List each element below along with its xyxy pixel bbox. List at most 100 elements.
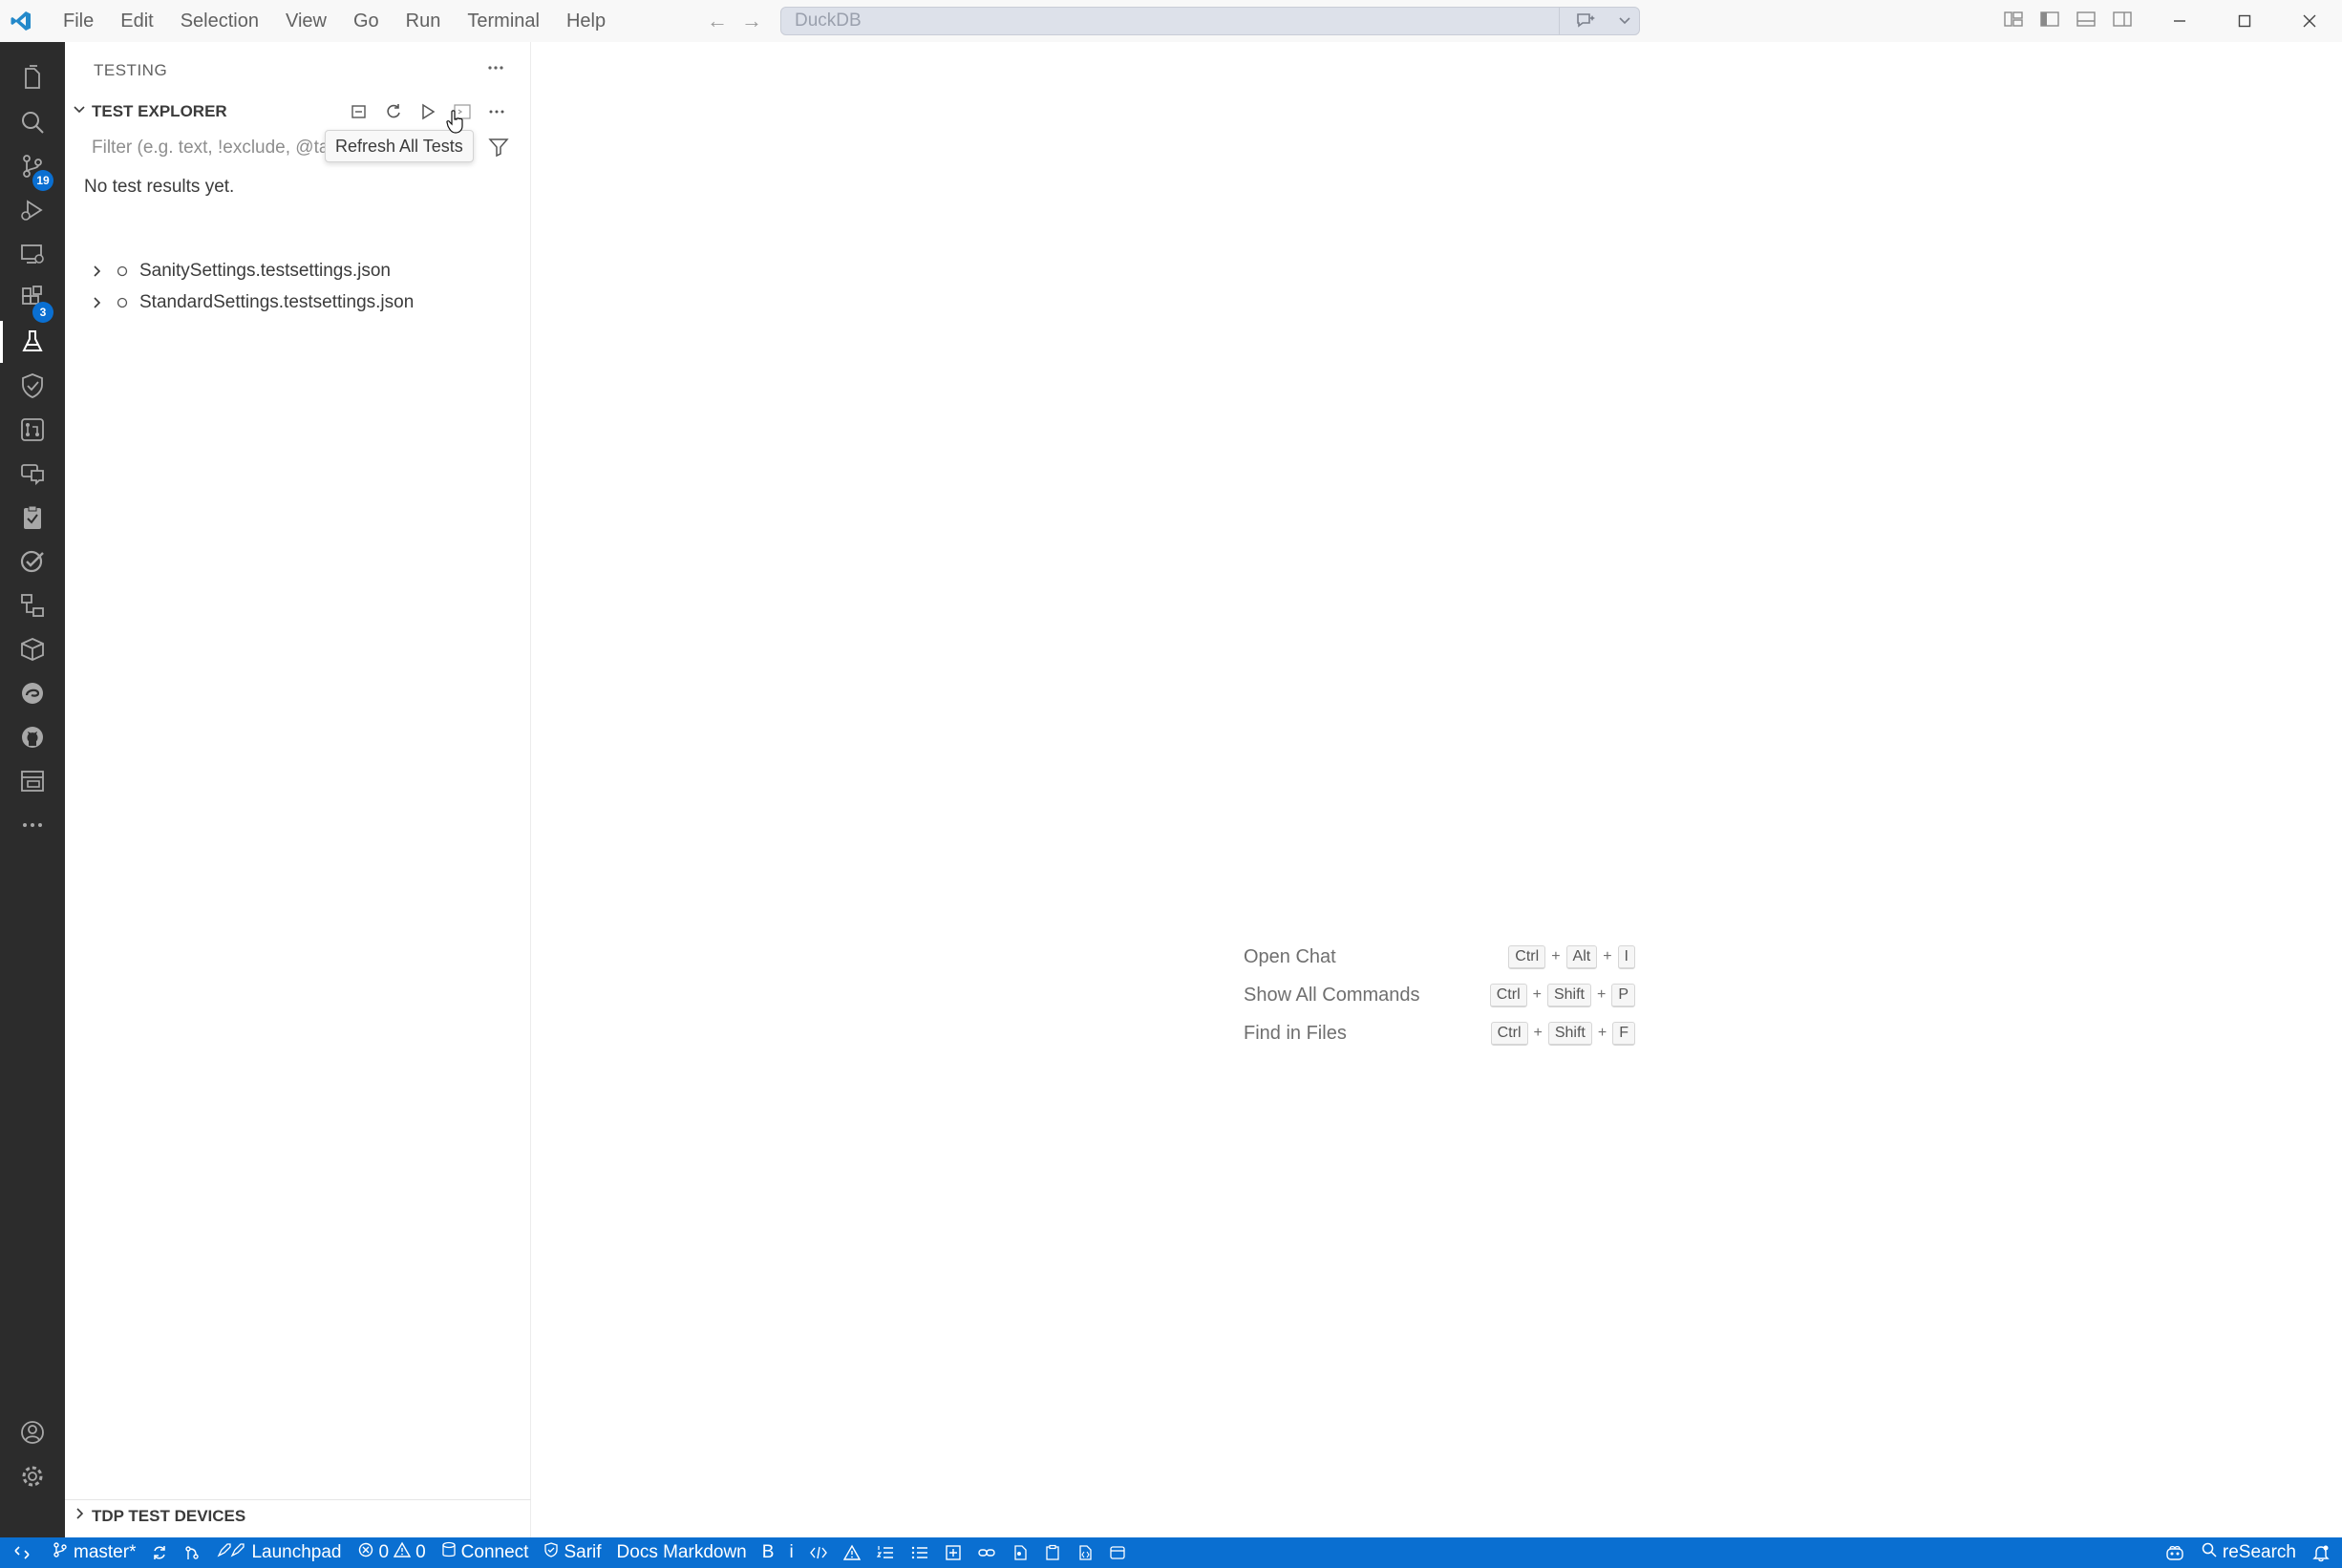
menu-run[interactable]: Run (393, 0, 455, 42)
file-code-icon[interactable] (1069, 1537, 1101, 1568)
chevron-right-icon (84, 265, 111, 278)
collapse-all-icon[interactable] (348, 100, 371, 123)
chevron-down-icon[interactable] (1610, 8, 1639, 34)
notifications-bell-icon[interactable] (2304, 1537, 2342, 1568)
toggle-panel-icon[interactable] (2076, 10, 2097, 33)
layout-controls (2003, 0, 2133, 42)
close-icon[interactable] (2277, 0, 2342, 42)
launchpad-status[interactable]: Launchpad (208, 1537, 349, 1568)
numbered-list-icon[interactable] (868, 1537, 903, 1568)
menu-help[interactable]: Help (553, 0, 619, 42)
maximize-icon[interactable] (2212, 0, 2277, 42)
back-arrow-icon[interactable]: ← (707, 9, 728, 33)
research-label: reSearch (2222, 1542, 2296, 1562)
navigation-arrows: ← → (707, 0, 762, 42)
command-center[interactable]: DuckDB (780, 7, 1640, 35)
error-icon (357, 1541, 374, 1564)
alert-icon[interactable] (836, 1537, 868, 1568)
key-cap: Ctrl (1508, 944, 1546, 969)
shortcut-keys: Ctrl + Alt + I (1473, 944, 1635, 969)
menu-go[interactable]: Go (340, 0, 393, 42)
launchpad-label: Launchpad (251, 1542, 342, 1562)
image-file-icon[interactable] (1004, 1537, 1036, 1568)
shortcut-keys: Ctrl + Shift + P (1473, 983, 1635, 1007)
git-branch-icon (52, 1541, 69, 1564)
connect-status[interactable]: Connect (434, 1537, 537, 1568)
code-icon[interactable] (801, 1537, 836, 1568)
docs-markdown-status[interactable]: Docs Markdown (609, 1537, 755, 1568)
test-not-run-icon (111, 296, 134, 309)
toggle-primary-sidebar-icon[interactable] (2039, 10, 2060, 33)
key-cap: Ctrl (1490, 1021, 1528, 1046)
chevron-down-icon (73, 103, 86, 121)
refresh-all-tests-icon[interactable] (382, 100, 405, 123)
key-cap: Shift (1547, 1021, 1592, 1046)
minimize-icon[interactable] (2147, 0, 2212, 42)
shortcut-show-all-commands[interactable]: Show All Commands Ctrl + Shift + P (1244, 976, 1635, 1014)
test-explorer-title: TEST EXPLORER (92, 102, 227, 120)
add-table-icon[interactable] (937, 1537, 969, 1568)
testing-sidebar: TESTING TEST EXPLORER Refresh All Tests … (65, 42, 531, 1537)
test-item[interactable]: StandardSettings.testsettings.json (84, 288, 414, 317)
customize-layout-icon[interactable] (2003, 10, 2024, 33)
settings-gear-icon[interactable] (0, 1448, 65, 1505)
branch-status[interactable]: master* (44, 1537, 143, 1568)
key-cap: F (1612, 1021, 1635, 1046)
shortcut-find-in-files[interactable]: Find in Files Ctrl + Shift + F (1244, 1014, 1635, 1052)
menu-terminal[interactable]: Terminal (454, 0, 553, 42)
toggle-secondary-sidebar-icon[interactable] (2112, 10, 2133, 33)
copilot-icon[interactable] (2157, 1537, 2193, 1568)
tdp-test-devices-title: TDP TEST DEVICES (92, 1506, 246, 1525)
activity-bar: 19 3 (0, 42, 65, 1537)
test-item[interactable]: SanitySettings.testsettings.json (84, 257, 391, 286)
italic-button[interactable]: i (781, 1537, 800, 1568)
error-count: 0 (378, 1542, 390, 1562)
git-graph-icon[interactable] (176, 1537, 208, 1568)
key-cap: Shift (1546, 983, 1591, 1007)
test-explorer-actions (348, 97, 508, 126)
copilot-chat-icon[interactable] (1559, 8, 1610, 34)
vscode-window: File Edit Selection View Go Run Terminal… (0, 0, 2342, 1568)
key-cap: Alt (1565, 944, 1598, 969)
menu-edit[interactable]: Edit (107, 0, 166, 42)
window-controls (2147, 0, 2342, 42)
problems-status[interactable]: 0 0 (350, 1537, 434, 1568)
menu-view[interactable]: View (272, 0, 340, 42)
key-cap: Ctrl (1489, 983, 1527, 1007)
no-results-message: No test results yet. (84, 177, 235, 197)
sarif-label: Sarif (564, 1542, 602, 1562)
browser-icon[interactable] (1101, 1537, 1134, 1568)
sync-icon[interactable] (143, 1537, 176, 1568)
warning-icon (393, 1541, 412, 1564)
filter-icon[interactable] (487, 136, 510, 163)
shortcut-label: Find in Files (1244, 1022, 1347, 1044)
research-status[interactable]: reSearch (2193, 1537, 2304, 1568)
connect-label: Connect (460, 1542, 529, 1562)
clipboard-icon[interactable] (1036, 1537, 1069, 1568)
more-actions-icon[interactable] (485, 100, 508, 123)
test-item-label: StandardSettings.testsettings.json (139, 292, 415, 312)
sarif-status[interactable]: Sarif (536, 1537, 608, 1568)
mouse-pointer-icon (445, 109, 466, 140)
test-not-run-icon (111, 265, 134, 278)
menu-file[interactable]: File (50, 0, 107, 42)
sidebar-more-actions-icon[interactable] (485, 57, 506, 83)
tdp-test-devices-section-header[interactable]: TDP TEST DEVICES (65, 1499, 531, 1532)
shortcut-open-chat[interactable]: Open Chat Ctrl + Alt + I (1244, 938, 1635, 976)
remote-indicator-icon[interactable] (0, 1537, 44, 1568)
shortcut-keys: Ctrl + Shift + F (1473, 1021, 1635, 1046)
title-bar: File Edit Selection View Go Run Terminal… (0, 0, 2342, 42)
shortcut-hints: Open Chat Ctrl + Alt + I Show All Commands… (1244, 938, 1635, 1052)
chevron-right-icon (75, 1507, 86, 1525)
more-icon[interactable] (0, 796, 65, 854)
bold-button[interactable]: B (755, 1537, 782, 1568)
bullet-list-icon[interactable] (903, 1537, 937, 1568)
status-bar: master* Launchpad 0 0 Connect Sarif Docs… (0, 1537, 2342, 1568)
menu-bar: File Edit Selection View Go Run Terminal… (50, 0, 619, 42)
link-icon[interactable] (969, 1537, 1004, 1568)
run-all-tests-icon[interactable] (416, 100, 439, 123)
forward-arrow-icon[interactable]: → (741, 9, 762, 33)
search-icon (2201, 1541, 2218, 1564)
warning-count: 0 (415, 1542, 426, 1562)
menu-selection[interactable]: Selection (167, 0, 272, 42)
